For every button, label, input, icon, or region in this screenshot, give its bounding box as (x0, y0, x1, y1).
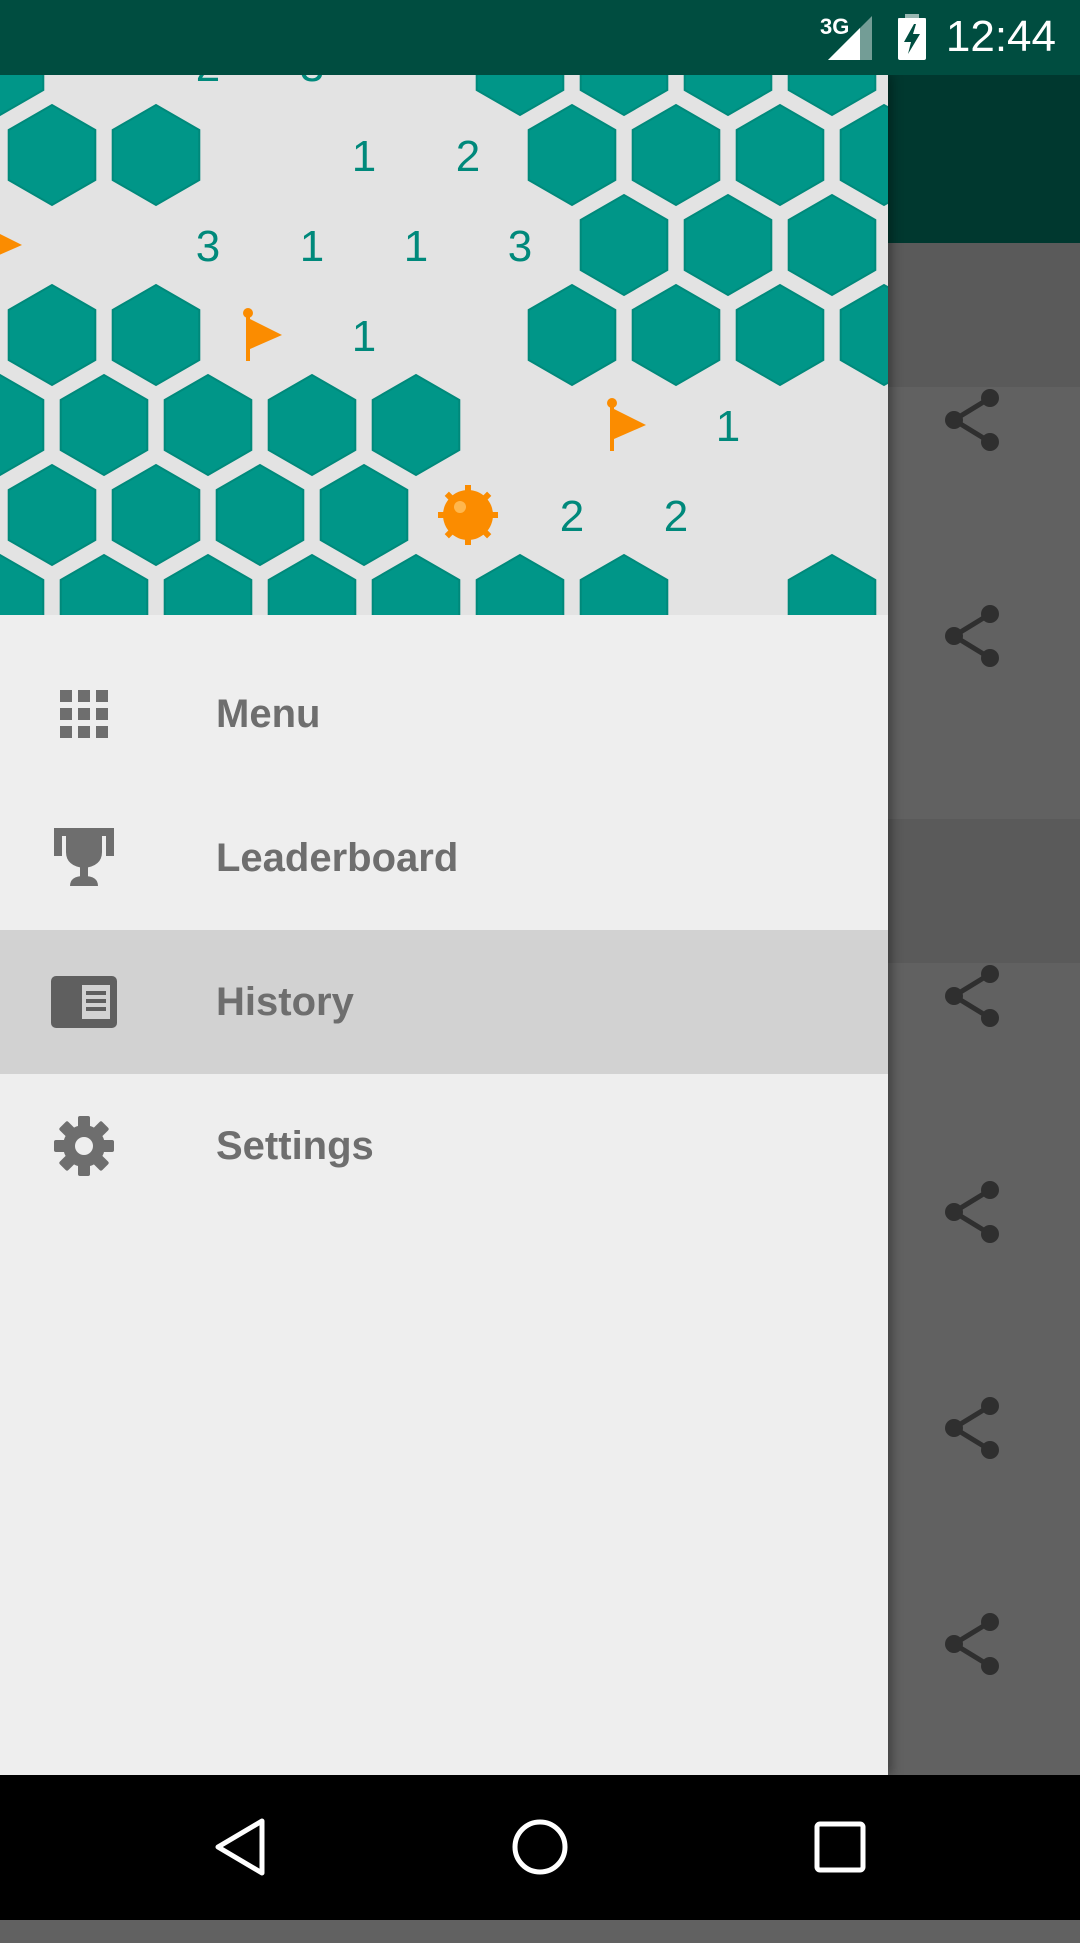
board-tile (59, 553, 149, 615)
drawer-item-label: History (216, 979, 354, 1024)
clock: 12:44 (945, 12, 1056, 61)
board-tile (527, 103, 617, 207)
minesweeper-board-art: 231231131122 (0, 75, 888, 615)
board-tile (735, 103, 825, 207)
board-number: 3 (300, 75, 324, 91)
drawer-item-history[interactable]: History (0, 930, 888, 1074)
board-tile (267, 373, 357, 477)
signal-icon (828, 16, 872, 60)
board-tile (475, 553, 565, 615)
board-number: 2 (456, 132, 480, 181)
board-tile (371, 373, 461, 477)
board-tile (683, 193, 773, 297)
drawer-item-label: Settings (216, 1123, 374, 1168)
board-tile (59, 373, 149, 477)
drawer-item-menu[interactable]: Menu (0, 642, 888, 786)
drawer-header-board: 231231131122 (0, 75, 888, 615)
board-tile (579, 75, 669, 117)
board-tile (7, 283, 97, 387)
share-icon (945, 389, 999, 451)
drawer-item-label: Leaderboard (216, 835, 459, 880)
board-number: 1 (352, 132, 376, 181)
board-number: 2 (196, 75, 220, 91)
board-tile (111, 463, 201, 567)
battery-charging-icon (898, 14, 926, 60)
board-tile (111, 103, 201, 207)
board-tile (579, 553, 669, 615)
board-number: 2 (560, 492, 584, 541)
board-tile (7, 103, 97, 207)
status-bar: 3G 12:44 (0, 0, 1080, 75)
board-tile (527, 283, 617, 387)
recents-icon[interactable] (800, 1807, 880, 1887)
board-tile (371, 553, 461, 615)
flag-icon (243, 308, 282, 361)
board-number: 3 (196, 222, 220, 271)
trophy-icon (50, 824, 118, 892)
gear-icon (50, 1112, 118, 1180)
board-tile (683, 75, 773, 117)
grid-icon (50, 680, 118, 748)
flag-icon (607, 398, 646, 451)
board-number: 2 (664, 492, 688, 541)
board-tile (787, 193, 877, 297)
board-tile (787, 75, 877, 117)
history-list-icon (50, 968, 118, 1036)
share-icon (945, 1397, 999, 1459)
board-tile (267, 553, 357, 615)
board-number: 1 (716, 402, 740, 451)
share-icon (945, 605, 999, 667)
board-tile (839, 103, 888, 207)
board-tile (735, 283, 825, 387)
board-tile (111, 283, 201, 387)
board-tile (0, 373, 45, 477)
home-icon[interactable] (500, 1807, 580, 1887)
flag-icon (0, 234, 22, 255)
board-tile (319, 463, 409, 567)
drawer-nav-list: Menu Leaderboard History Settings (0, 642, 888, 1218)
board-tile (579, 193, 669, 297)
back-icon[interactable] (200, 1807, 280, 1887)
drawer-item-leaderboard[interactable]: Leaderboard (0, 786, 888, 930)
share-icon (945, 965, 999, 1027)
board-tile (787, 553, 877, 615)
board-tile (631, 103, 721, 207)
board-tile (215, 463, 305, 567)
share-icon (945, 1181, 999, 1243)
system-nav-bar (0, 1775, 1080, 1920)
board-number: 1 (300, 222, 324, 271)
board-tile (839, 283, 888, 387)
board-tile (163, 553, 253, 615)
board-number: 1 (404, 222, 428, 271)
board-tile (0, 553, 45, 615)
share-icon (945, 1613, 999, 1675)
board-tile (7, 463, 97, 567)
board-tile (0, 75, 45, 117)
board-tile (163, 373, 253, 477)
board-tile (631, 283, 721, 387)
drawer-item-settings[interactable]: Settings (0, 1074, 888, 1218)
board-number: 3 (508, 222, 532, 271)
board-tile (475, 75, 565, 117)
drawer-item-label: Menu (216, 691, 321, 736)
mine-icon (438, 485, 498, 545)
navigation-drawer: 231231131122 Menu (0, 75, 888, 1775)
board-number: 1 (352, 312, 376, 361)
